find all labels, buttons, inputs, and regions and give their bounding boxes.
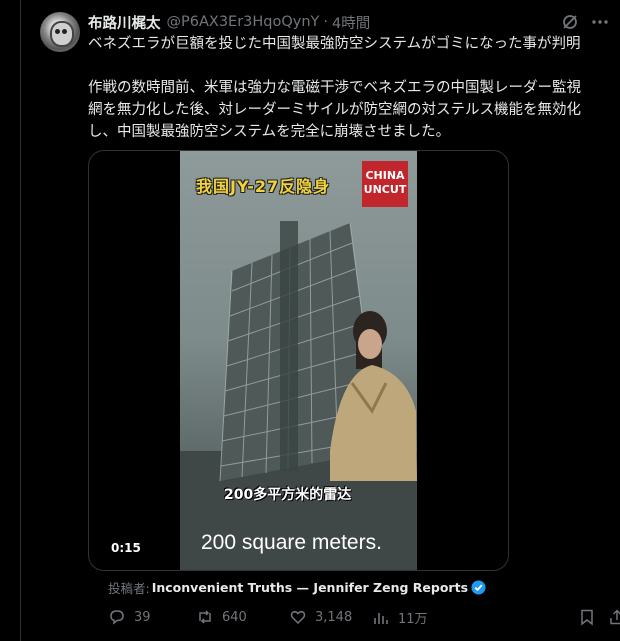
repost-button[interactable]: 640: [196, 608, 247, 626]
attribution-author[interactable]: Inconvenient Truths — Jennifer Zeng Repo…: [152, 580, 468, 595]
radar-tower-scene: [180, 221, 417, 570]
repost-icon: [199, 610, 211, 624]
video-subtitle: 200 square meters.: [201, 531, 382, 554]
like-count: 3,148: [315, 609, 353, 625]
tweet-header: 布路川梶太 @P6AX3Er3HqoQynY · 4時間: [88, 12, 370, 32]
views-icon: [374, 612, 388, 624]
author-handle[interactable]: @P6AX3Er3HqoQynY: [167, 14, 320, 30]
share-button[interactable]: [608, 608, 620, 626]
avatar-eye-right: [62, 29, 67, 34]
author-name[interactable]: 布路川梶太: [88, 12, 161, 33]
views-button[interactable]: 11万: [372, 608, 428, 627]
video-attribution: 投稿者: Inconvenient Truths — Jennifer Zeng…: [108, 578, 486, 597]
reply-count: 39: [134, 609, 151, 625]
tweet-paragraph-2: 作戦の数時間前、米軍は強力な電磁干渉でベネズエラの中国製レーダー監視 網を無力化…: [88, 80, 581, 140]
bookmark-button[interactable]: [578, 608, 604, 626]
post-time[interactable]: 4時間: [332, 12, 370, 33]
tweet[interactable]: 布路川梶太 @P6AX3Er3HqoQynY · 4時間 ベネズエラが巨額を投じ…: [20, 0, 620, 641]
header-separator: ·: [323, 14, 329, 30]
avatar-face: [50, 21, 74, 47]
video-player[interactable]: 我国JY-27反隐身 CHINA UNCUT 200多平方米的雷达 200 squ…: [88, 150, 509, 571]
grok-icon[interactable]: [560, 12, 580, 32]
attribution-label: 投稿者:: [108, 581, 150, 596]
more-icon[interactable]: [590, 12, 610, 32]
video-frame[interactable]: 我国JY-27反隐身 CHINA UNCUT 200多平方米的雷达: [180, 151, 417, 570]
bookmark-icon: [581, 609, 593, 626]
verified-icon: [471, 580, 486, 595]
china-uncut-logo: CHINA UNCUT: [362, 161, 408, 207]
repost-count: 640: [222, 609, 247, 625]
share-icon: [610, 609, 620, 625]
tweet-text: ベネズエラが巨額を投じた中国製最強防空システムがゴミになった事が判明 作戦の数時…: [88, 33, 618, 143]
tweet-paragraph-1: ベネズエラが巨額を投じた中国製最強防空システムがゴミになった事が判明: [88, 36, 581, 52]
video-timestamp: 0:15: [111, 541, 141, 555]
view-count: 11万: [398, 612, 428, 627]
like-icon: [290, 610, 306, 625]
video-banner-text: 我国JY-27反隐身: [196, 177, 331, 196]
reply-icon: [110, 610, 124, 625]
tweet-actions: 39 640 3,148 11万: [108, 608, 620, 628]
avatar-eye-left: [55, 29, 60, 34]
like-button[interactable]: 3,148: [289, 608, 352, 626]
reply-button[interactable]: 39: [108, 608, 151, 626]
video-chinese-caption: 200多平方米的雷达: [224, 487, 352, 503]
avatar[interactable]: [40, 12, 80, 52]
